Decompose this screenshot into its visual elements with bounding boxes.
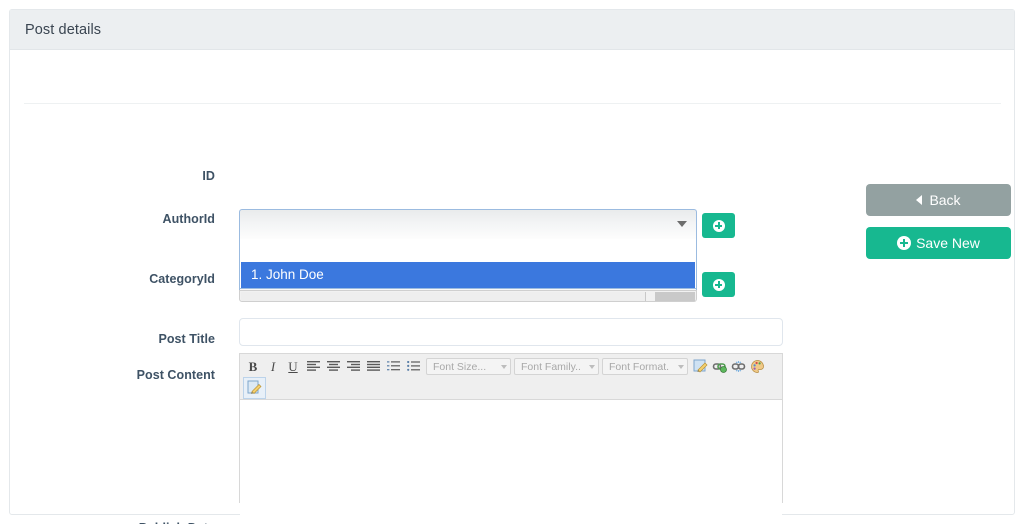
back-button[interactable]: Back: [866, 184, 1011, 216]
ordered-list-button[interactable]: [383, 357, 403, 376]
underline-button[interactable]: U: [283, 357, 303, 376]
ordered-list-icon: [386, 361, 400, 371]
font-size-value: Font Size...: [433, 360, 487, 373]
unlink-icon: [731, 361, 746, 372]
author-id-select-box[interactable]: [239, 209, 697, 239]
insert-link-button[interactable]: [710, 357, 729, 376]
align-right-icon: [346, 361, 360, 371]
align-left-icon: [306, 361, 320, 371]
chevron-down-icon: [677, 221, 687, 227]
source-edit-button[interactable]: [243, 376, 266, 399]
unordered-list-icon: [406, 361, 420, 371]
add-category-button[interactable]: [702, 272, 735, 297]
unordered-list-button[interactable]: [403, 357, 423, 376]
panel-body: ID AuthorId CategoryId Post Title Post C…: [10, 50, 1014, 524]
source-edit-icon: [247, 380, 262, 394]
back-button-label: Back: [929, 192, 961, 208]
save-new-button[interactable]: Save New: [866, 227, 1011, 259]
insert-image-icon: [693, 359, 708, 373]
insert-image-button[interactable]: [691, 357, 710, 376]
align-left-button[interactable]: [303, 357, 323, 376]
post-content-body[interactable]: [240, 400, 782, 520]
chevron-left-icon: [916, 195, 923, 205]
section-divider: [24, 103, 1001, 104]
text-color-button[interactable]: [748, 357, 767, 376]
plus-circle-icon: [712, 278, 725, 291]
scrollbar-thumb[interactable]: [241, 292, 646, 301]
editor-toolbar-row-2: [243, 376, 779, 399]
align-center-button[interactable]: [323, 357, 343, 376]
align-justify-button[interactable]: [363, 357, 383, 376]
font-size-select[interactable]: Font Size...: [426, 358, 511, 375]
post-content-editor[interactable]: B I U Font Size... Font Family.. Font Fo…: [239, 353, 783, 520]
label-id: ID: [202, 169, 215, 183]
font-format-select[interactable]: Font Format.: [602, 358, 688, 375]
chevron-down-icon: [589, 364, 595, 369]
plus-circle-icon: [897, 236, 912, 250]
save-new-button-label: Save New: [916, 235, 980, 251]
add-author-button[interactable]: [702, 213, 735, 238]
label-post-title: Post Title: [158, 332, 215, 346]
font-family-select[interactable]: Font Family..: [514, 358, 599, 375]
align-right-button[interactable]: [343, 357, 363, 376]
color-palette-icon: [751, 360, 764, 373]
font-format-value: Font Format.: [609, 360, 670, 373]
post-title-input[interactable]: [239, 318, 783, 346]
plus-circle-icon: [712, 219, 725, 232]
bold-button[interactable]: B: [243, 357, 263, 376]
label-category-id: CategoryId: [149, 272, 215, 286]
align-center-icon: [326, 361, 340, 371]
page-title: Post details: [25, 21, 102, 38]
remove-link-button[interactable]: [729, 357, 748, 376]
chevron-down-icon: [678, 364, 684, 369]
author-id-select[interactable]: 1. John Doe: [239, 209, 697, 302]
option-list-hscrollbar[interactable]: [239, 290, 697, 302]
post-details-panel: Post details ID AuthorId CategoryId Post…: [9, 9, 1015, 524]
editor-toolbar: B I U Font Size... Font Family.. Font Fo…: [240, 354, 782, 400]
align-justify-icon: [366, 361, 380, 371]
author-option-blank[interactable]: [240, 239, 696, 262]
editor-toolbar-row-1: B I U Font Size... Font Family.. Font Fo…: [243, 356, 779, 377]
page-root: Post details ID AuthorId CategoryId Post…: [0, 0, 1024, 524]
scrollbar-track-right[interactable]: [655, 292, 695, 301]
author-option-john-doe[interactable]: 1. John Doe: [241, 262, 695, 288]
italic-button[interactable]: I: [263, 357, 283, 376]
font-family-value: Font Family..: [521, 360, 581, 373]
label-author-id: AuthorId: [162, 212, 215, 226]
label-post-content: Post Content: [136, 368, 215, 382]
author-id-option-list[interactable]: 1. John Doe: [239, 239, 697, 289]
chevron-down-icon: [501, 364, 507, 369]
panel-header: Post details: [10, 10, 1014, 50]
link-icon: [712, 363, 727, 373]
